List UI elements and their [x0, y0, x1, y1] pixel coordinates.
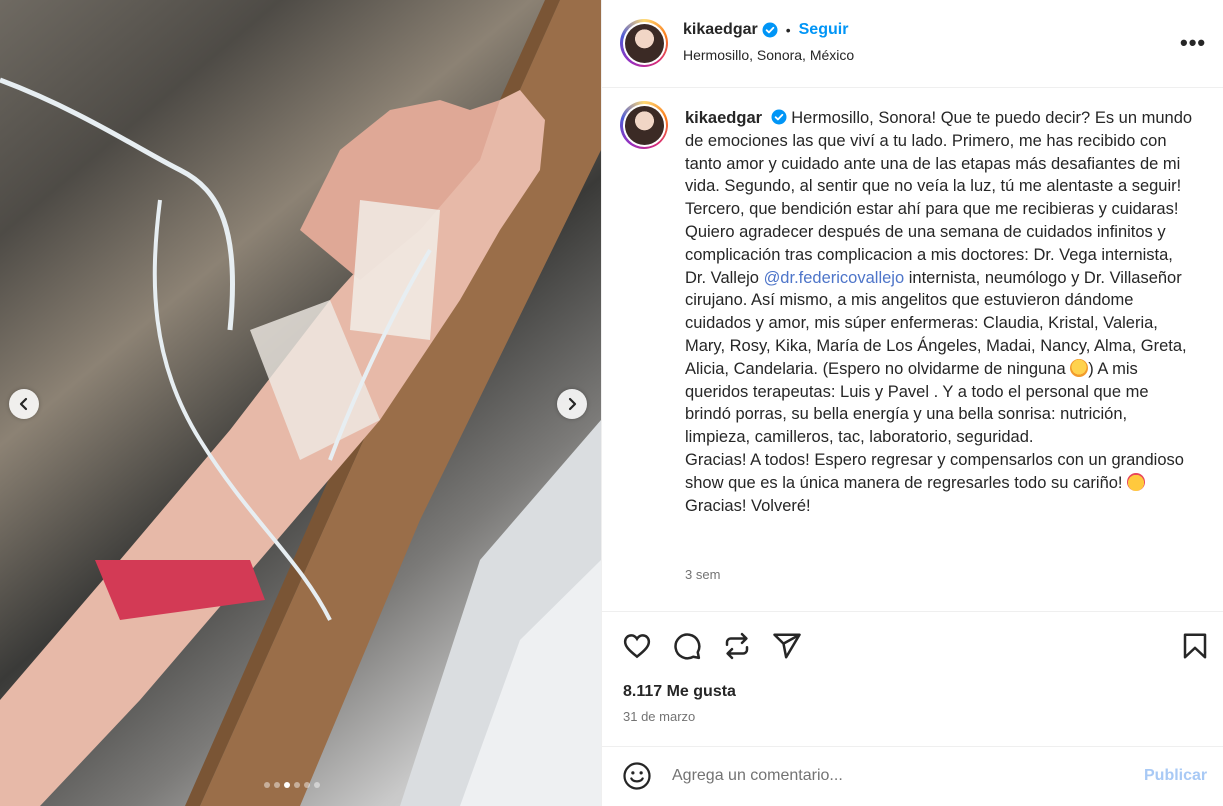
likes-count[interactable]: 8.117 Me gusta — [623, 683, 736, 701]
carousel-dot — [274, 782, 280, 788]
carousel-prev-button[interactable] — [9, 389, 39, 419]
caption-avatar[interactable] — [620, 101, 668, 149]
blushing-face-emoji-icon — [1070, 358, 1089, 377]
post-date[interactable]: 31 de marzo — [623, 709, 695, 724]
post-panel: kikaedgar • Seguir Hermosillo, Sonora, M… — [601, 0, 1223, 806]
send-icon — [773, 633, 801, 659]
heart-icon — [623, 634, 651, 659]
comment-button[interactable] — [672, 631, 702, 661]
separator: • — [785, 22, 791, 38]
comment-icon — [674, 633, 701, 660]
comment-bar: Publicar — [602, 746, 1223, 806]
carousel-next-button[interactable] — [557, 389, 587, 419]
caption-body-3: ) A mis queridos terapeutas: Luis y Pave… — [685, 359, 1184, 492]
caption-username[interactable]: kikaedgar — [685, 109, 762, 127]
bookmark-icon — [1183, 633, 1207, 659]
post-photo — [0, 0, 601, 806]
verified-badge-icon — [771, 109, 787, 125]
like-button[interactable] — [622, 631, 652, 661]
smiley-icon[interactable] — [622, 761, 652, 791]
chevron-right-icon — [568, 397, 577, 411]
location-link[interactable]: Hermosillo, Sonora, México — [683, 47, 854, 63]
carousel-dot — [314, 782, 320, 788]
mention-link[interactable]: @dr.federicovallejo — [764, 269, 905, 287]
repost-icon — [725, 632, 749, 660]
post-header: kikaedgar • Seguir Hermosillo, Sonora, M… — [602, 0, 1223, 88]
save-button[interactable] — [1180, 631, 1210, 661]
verified-badge-icon — [762, 22, 778, 38]
username-link[interactable]: kikaedgar — [683, 21, 758, 39]
share-button[interactable] — [772, 631, 802, 661]
avatar[interactable] — [620, 19, 668, 67]
post-media — [0, 0, 601, 806]
carousel-dot — [294, 782, 300, 788]
caption-timestamp[interactable]: 3 sem — [685, 567, 720, 582]
carousel-dot — [264, 782, 270, 788]
caption-text: kikaedgar Hermosillo, Sonora! Que te pue… — [685, 107, 1195, 517]
carousel-indicator — [264, 782, 320, 788]
comment-input[interactable] — [672, 762, 1112, 790]
caption-section: kikaedgar Hermosillo, Sonora! Que te pue… — [602, 89, 1223, 611]
carousel-dot — [284, 782, 290, 788]
repost-button[interactable] — [722, 631, 752, 661]
avatar-image — [624, 105, 664, 145]
smiling-face-with-hearts-emoji-icon — [1127, 472, 1146, 491]
more-options-button[interactable]: ••• — [1180, 30, 1206, 56]
carousel-dot — [304, 782, 310, 788]
follow-button[interactable]: Seguir — [799, 21, 849, 39]
caption-body-1: Hermosillo, Sonora! Que te puedo decir? … — [685, 109, 1193, 287]
avatar-image — [624, 23, 664, 63]
publish-button[interactable]: Publicar — [1144, 767, 1207, 785]
chevron-left-icon — [19, 397, 28, 411]
